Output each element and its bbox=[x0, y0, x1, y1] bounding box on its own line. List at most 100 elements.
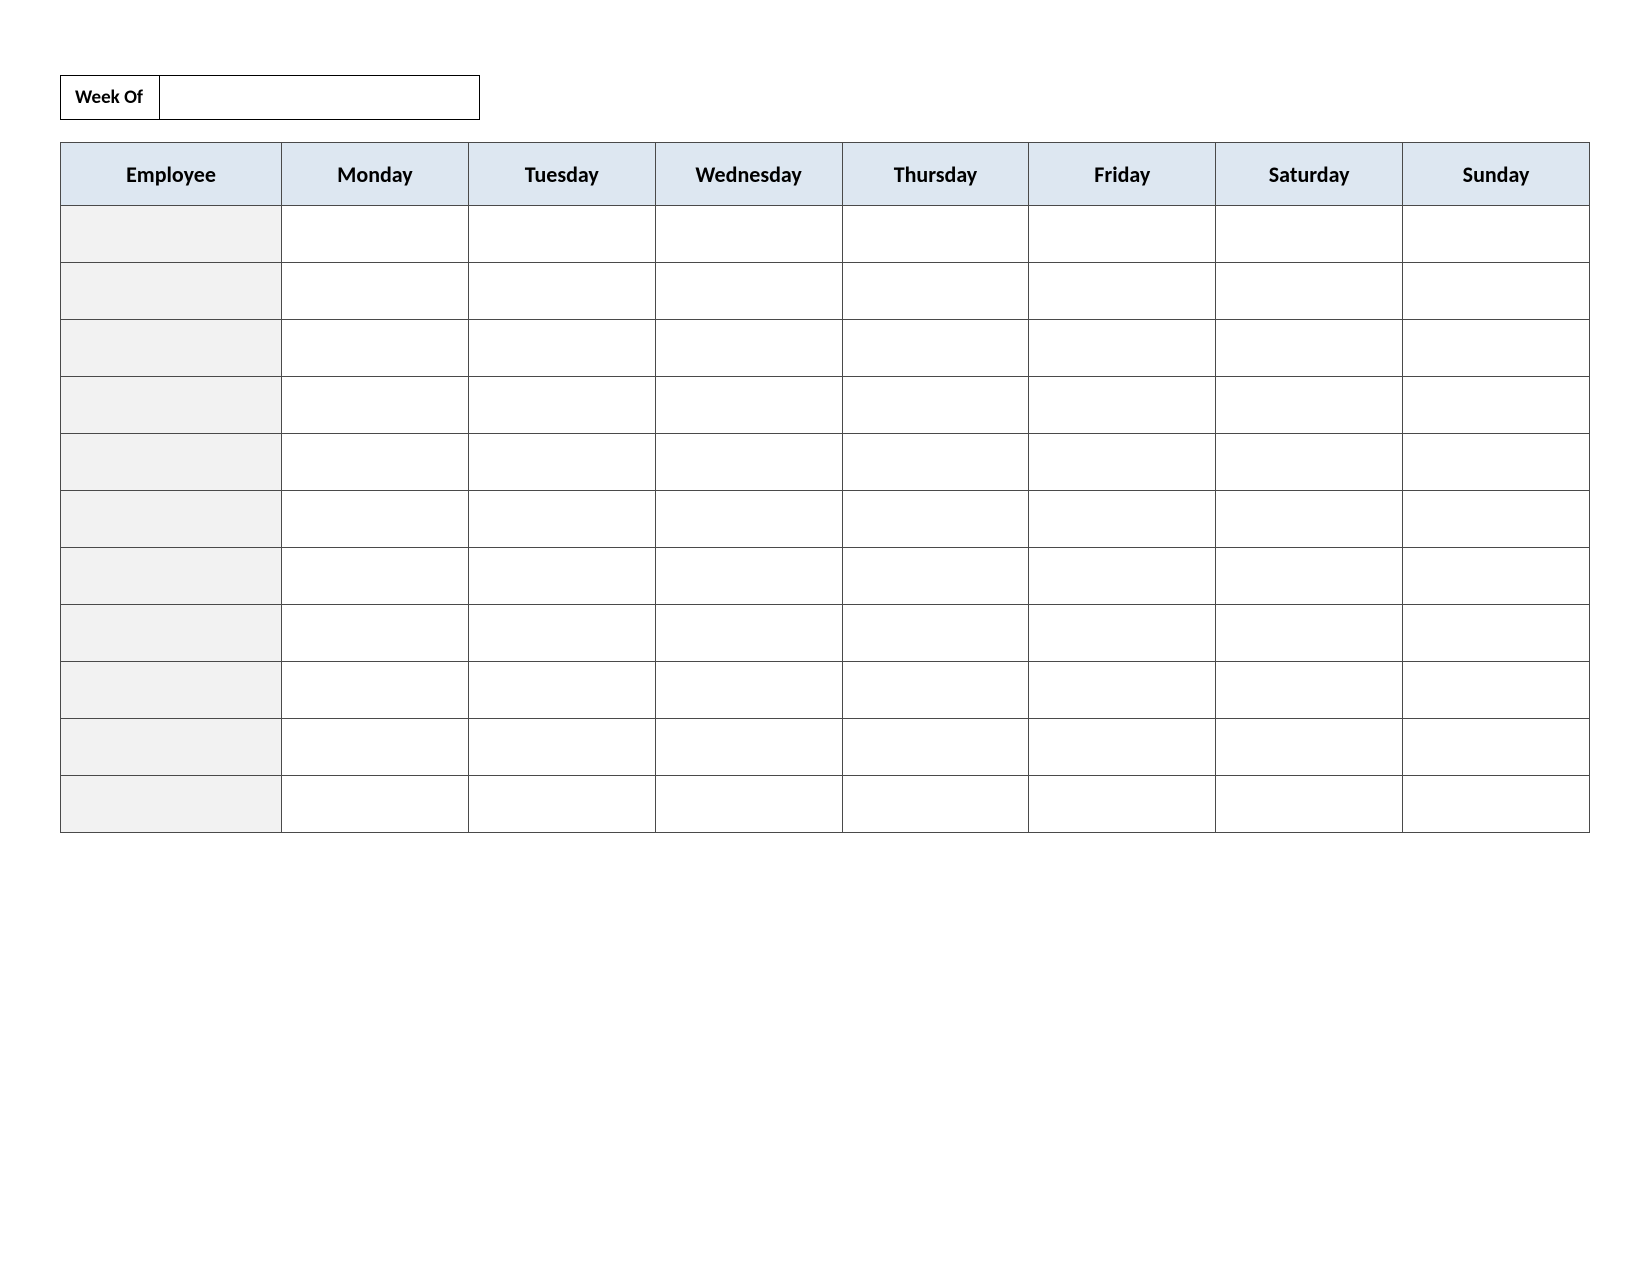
day-cell[interactable] bbox=[468, 434, 655, 491]
day-cell[interactable] bbox=[282, 776, 469, 833]
day-cell[interactable] bbox=[1403, 434, 1590, 491]
day-cell[interactable] bbox=[1029, 377, 1216, 434]
day-cell[interactable] bbox=[655, 605, 842, 662]
day-cell[interactable] bbox=[842, 776, 1029, 833]
day-cell[interactable] bbox=[468, 263, 655, 320]
day-cell[interactable] bbox=[1216, 377, 1403, 434]
day-cell[interactable] bbox=[1029, 206, 1216, 263]
day-cell[interactable] bbox=[842, 206, 1029, 263]
day-cell[interactable] bbox=[1216, 662, 1403, 719]
day-cell[interactable] bbox=[842, 605, 1029, 662]
day-cell[interactable] bbox=[1216, 719, 1403, 776]
day-cell[interactable] bbox=[842, 719, 1029, 776]
day-cell[interactable] bbox=[1403, 320, 1590, 377]
day-cell[interactable] bbox=[1029, 719, 1216, 776]
day-cell[interactable] bbox=[1403, 719, 1590, 776]
day-cell[interactable] bbox=[842, 491, 1029, 548]
day-cell[interactable] bbox=[655, 434, 842, 491]
day-cell[interactable] bbox=[282, 605, 469, 662]
day-cell[interactable] bbox=[1403, 776, 1590, 833]
schedule-document: Week Of Employee Monday Tuesday Wednesda… bbox=[0, 0, 1650, 833]
employee-cell[interactable] bbox=[61, 776, 282, 833]
day-cell[interactable] bbox=[1216, 491, 1403, 548]
day-cell[interactable] bbox=[842, 377, 1029, 434]
table-row bbox=[61, 491, 1590, 548]
day-cell[interactable] bbox=[1029, 263, 1216, 320]
day-cell[interactable] bbox=[1216, 206, 1403, 263]
day-cell[interactable] bbox=[282, 206, 469, 263]
header-wednesday: Wednesday bbox=[655, 143, 842, 206]
employee-cell[interactable] bbox=[61, 491, 282, 548]
day-cell[interactable] bbox=[468, 548, 655, 605]
day-cell[interactable] bbox=[842, 263, 1029, 320]
day-cell[interactable] bbox=[1216, 263, 1403, 320]
employee-cell[interactable] bbox=[61, 662, 282, 719]
day-cell[interactable] bbox=[282, 491, 469, 548]
week-of-label: Week Of bbox=[60, 75, 160, 120]
day-cell[interactable] bbox=[1029, 320, 1216, 377]
day-cell[interactable] bbox=[1029, 605, 1216, 662]
employee-cell[interactable] bbox=[61, 263, 282, 320]
employee-cell[interactable] bbox=[61, 434, 282, 491]
day-cell[interactable] bbox=[1029, 491, 1216, 548]
day-cell[interactable] bbox=[655, 320, 842, 377]
day-cell[interactable] bbox=[282, 548, 469, 605]
day-cell[interactable] bbox=[1216, 320, 1403, 377]
day-cell[interactable] bbox=[1216, 548, 1403, 605]
day-cell[interactable] bbox=[468, 491, 655, 548]
day-cell[interactable] bbox=[282, 377, 469, 434]
day-cell[interactable] bbox=[1029, 434, 1216, 491]
employee-cell[interactable] bbox=[61, 719, 282, 776]
day-cell[interactable] bbox=[655, 377, 842, 434]
day-cell[interactable] bbox=[842, 434, 1029, 491]
header-employee: Employee bbox=[61, 143, 282, 206]
day-cell[interactable] bbox=[1403, 377, 1590, 434]
day-cell[interactable] bbox=[282, 263, 469, 320]
header-saturday: Saturday bbox=[1216, 143, 1403, 206]
table-row bbox=[61, 263, 1590, 320]
employee-cell[interactable] bbox=[61, 548, 282, 605]
day-cell[interactable] bbox=[282, 719, 469, 776]
employee-cell[interactable] bbox=[61, 605, 282, 662]
day-cell[interactable] bbox=[1403, 206, 1590, 263]
week-of-input[interactable] bbox=[160, 75, 480, 120]
day-cell[interactable] bbox=[1216, 776, 1403, 833]
day-cell[interactable] bbox=[1029, 776, 1216, 833]
day-cell[interactable] bbox=[1029, 548, 1216, 605]
day-cell[interactable] bbox=[468, 377, 655, 434]
day-cell[interactable] bbox=[1403, 263, 1590, 320]
day-cell[interactable] bbox=[655, 491, 842, 548]
day-cell[interactable] bbox=[468, 719, 655, 776]
day-cell[interactable] bbox=[1403, 491, 1590, 548]
day-cell[interactable] bbox=[468, 662, 655, 719]
day-cell[interactable] bbox=[655, 662, 842, 719]
day-cell[interactable] bbox=[282, 662, 469, 719]
day-cell[interactable] bbox=[1216, 605, 1403, 662]
day-cell[interactable] bbox=[655, 263, 842, 320]
header-sunday: Sunday bbox=[1403, 143, 1590, 206]
day-cell[interactable] bbox=[842, 548, 1029, 605]
week-of-row: Week Of bbox=[60, 75, 1590, 120]
day-cell[interactable] bbox=[1029, 662, 1216, 719]
day-cell[interactable] bbox=[655, 548, 842, 605]
day-cell[interactable] bbox=[468, 605, 655, 662]
day-cell[interactable] bbox=[842, 320, 1029, 377]
day-cell[interactable] bbox=[468, 320, 655, 377]
day-cell[interactable] bbox=[1216, 434, 1403, 491]
day-cell[interactable] bbox=[468, 206, 655, 263]
employee-cell[interactable] bbox=[61, 377, 282, 434]
day-cell[interactable] bbox=[1403, 662, 1590, 719]
day-cell[interactable] bbox=[282, 434, 469, 491]
day-cell[interactable] bbox=[655, 776, 842, 833]
employee-cell[interactable] bbox=[61, 320, 282, 377]
day-cell[interactable] bbox=[282, 320, 469, 377]
employee-cell[interactable] bbox=[61, 206, 282, 263]
day-cell[interactable] bbox=[842, 662, 1029, 719]
day-cell[interactable] bbox=[655, 206, 842, 263]
day-cell[interactable] bbox=[1403, 548, 1590, 605]
day-cell[interactable] bbox=[468, 776, 655, 833]
day-cell[interactable] bbox=[1403, 605, 1590, 662]
header-monday: Monday bbox=[282, 143, 469, 206]
day-cell[interactable] bbox=[655, 719, 842, 776]
table-row bbox=[61, 206, 1590, 263]
